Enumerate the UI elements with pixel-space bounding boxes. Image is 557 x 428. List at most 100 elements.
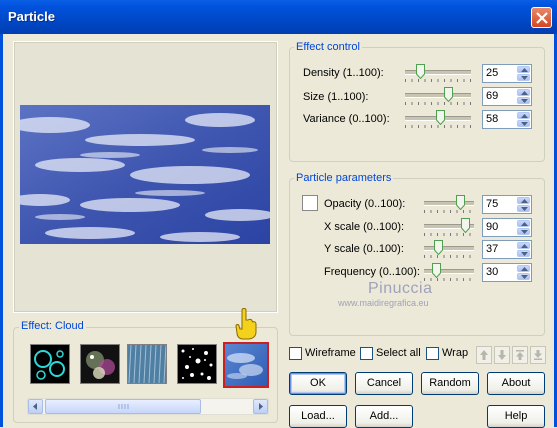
slider-thumb[interactable] <box>436 110 445 125</box>
move-bottom-button[interactable] <box>530 346 546 364</box>
spin-up-button[interactable] <box>517 265 530 272</box>
select-all-checkbox[interactable] <box>360 347 373 360</box>
about-button[interactable]: About <box>487 372 545 395</box>
slider-thumb[interactable] <box>461 218 470 233</box>
opacity-spinbox[interactable]: 75 <box>482 195 532 214</box>
scroll-right-button[interactable] <box>253 399 268 414</box>
scroll-left-button[interactable] <box>28 399 43 414</box>
arrow-down-icon <box>521 207 528 211</box>
title-bar[interactable]: Particle <box>0 0 557 34</box>
x-scale-slider[interactable] <box>424 218 474 238</box>
spin-down-button[interactable] <box>517 74 530 81</box>
slider-thumb[interactable] <box>434 240 443 255</box>
effect-control-legend: Effect control <box>294 41 362 53</box>
window-title: Particle <box>8 9 55 24</box>
spin-up-button[interactable] <box>517 89 530 96</box>
wireframe-checkbox[interactable] <box>289 347 302 360</box>
slider-track <box>424 201 474 206</box>
move-down-button[interactable] <box>494 346 510 364</box>
opacity-label: Opacity (0..100): <box>324 198 406 210</box>
spin-down-button[interactable] <box>517 250 530 257</box>
spin-up-button[interactable] <box>517 197 530 204</box>
size-label: Size (1..100): <box>303 91 369 103</box>
arrow-down-icon <box>498 350 506 360</box>
effect-thumb-sparkle-bubbles[interactable] <box>80 344 120 384</box>
density-label: Density (1..100): <box>303 67 384 79</box>
y-scale-slider[interactable] <box>424 240 474 260</box>
load-button[interactable]: Load... <box>289 405 347 428</box>
spin-up-button[interactable] <box>517 112 530 119</box>
frequency-value[interactable]: 30 <box>486 266 498 278</box>
slider-thumb[interactable] <box>432 263 441 278</box>
opacity-slider[interactable] <box>424 195 474 215</box>
spin-down-button[interactable] <box>517 97 530 104</box>
close-icon <box>536 12 548 24</box>
wrap-checkbox[interactable] <box>426 347 439 360</box>
scroll-thumb[interactable] <box>45 399 201 414</box>
arrow-up-icon <box>521 199 528 203</box>
effect-thumb-bubbles[interactable] <box>30 344 70 384</box>
slider-ticks <box>405 125 471 128</box>
effect-thumb-snow[interactable] <box>177 344 217 384</box>
arrow-down-icon <box>521 275 528 279</box>
random-button[interactable]: Random <box>421 372 479 395</box>
arrow-down-icon <box>521 252 528 256</box>
spin-up-button[interactable] <box>517 220 530 227</box>
watermark-name: Pinuccia <box>368 280 433 297</box>
cancel-button[interactable]: Cancel <box>355 372 413 395</box>
cloud-preview-image <box>20 105 270 244</box>
frequency-spinbox[interactable]: 30 <box>482 263 532 282</box>
move-top-button[interactable] <box>512 346 528 364</box>
spin-down-button[interactable] <box>517 120 530 127</box>
effect-thumb-rain[interactable] <box>127 344 167 384</box>
density-slider[interactable] <box>405 64 471 84</box>
close-button[interactable] <box>531 7 552 28</box>
effect-thumb-cloud-selected[interactable] <box>223 342 269 388</box>
slider-ticks <box>405 102 471 105</box>
slider-thumb[interactable] <box>444 87 453 102</box>
slider-thumb[interactable] <box>456 195 465 210</box>
arrow-down-icon <box>521 230 528 234</box>
size-value[interactable]: 69 <box>486 90 498 102</box>
arrow-up-icon <box>521 222 528 226</box>
y-scale-value[interactable]: 37 <box>486 243 498 255</box>
spin-down-button[interactable] <box>517 205 530 212</box>
variance-spinbox[interactable]: 58 <box>482 110 532 129</box>
help-button[interactable]: Help <box>487 405 545 428</box>
arrow-up-icon <box>521 267 528 271</box>
ok-button[interactable]: OK <box>289 372 347 395</box>
select-all-label: Select all <box>376 347 421 359</box>
grip-icon <box>118 404 129 409</box>
y-scale-label: Y scale (0..100): <box>324 243 404 255</box>
frequency-label: Frequency (0..100): <box>324 266 420 278</box>
size-slider[interactable] <box>405 87 471 107</box>
arrow-top-icon <box>516 350 524 360</box>
opacity-checkbox[interactable] <box>302 195 318 211</box>
add-button[interactable]: Add... <box>355 405 413 428</box>
arrow-left-icon <box>33 403 37 410</box>
arrow-up-icon <box>521 244 528 248</box>
wireframe-label: Wireframe <box>305 347 356 359</box>
variance-label: Variance (0..100): <box>303 113 390 125</box>
arrow-up-icon <box>521 114 528 118</box>
variance-slider[interactable] <box>405 110 471 130</box>
density-value[interactable]: 25 <box>486 67 498 79</box>
y-scale-spinbox[interactable]: 37 <box>482 240 532 259</box>
x-scale-spinbox[interactable]: 90 <box>482 218 532 237</box>
move-up-button[interactable] <box>476 346 492 364</box>
x-scale-value[interactable]: 90 <box>486 221 498 233</box>
thumbnail-scrollbar[interactable] <box>27 398 269 415</box>
spin-down-button[interactable] <box>517 228 530 235</box>
wrap-label: Wrap <box>442 347 469 359</box>
x-scale-label: X scale (0..100): <box>324 221 405 233</box>
watermark-url: www.maidiregrafica.eu <box>338 298 429 308</box>
spin-up-button[interactable] <box>517 242 530 249</box>
variance-value[interactable]: 58 <box>486 113 498 125</box>
slider-thumb[interactable] <box>416 64 425 79</box>
opacity-value[interactable]: 75 <box>486 198 498 210</box>
size-spinbox[interactable]: 69 <box>482 87 532 106</box>
spin-up-button[interactable] <box>517 66 530 73</box>
arrow-up-icon <box>521 91 528 95</box>
spin-down-button[interactable] <box>517 273 530 280</box>
density-spinbox[interactable]: 25 <box>482 64 532 83</box>
